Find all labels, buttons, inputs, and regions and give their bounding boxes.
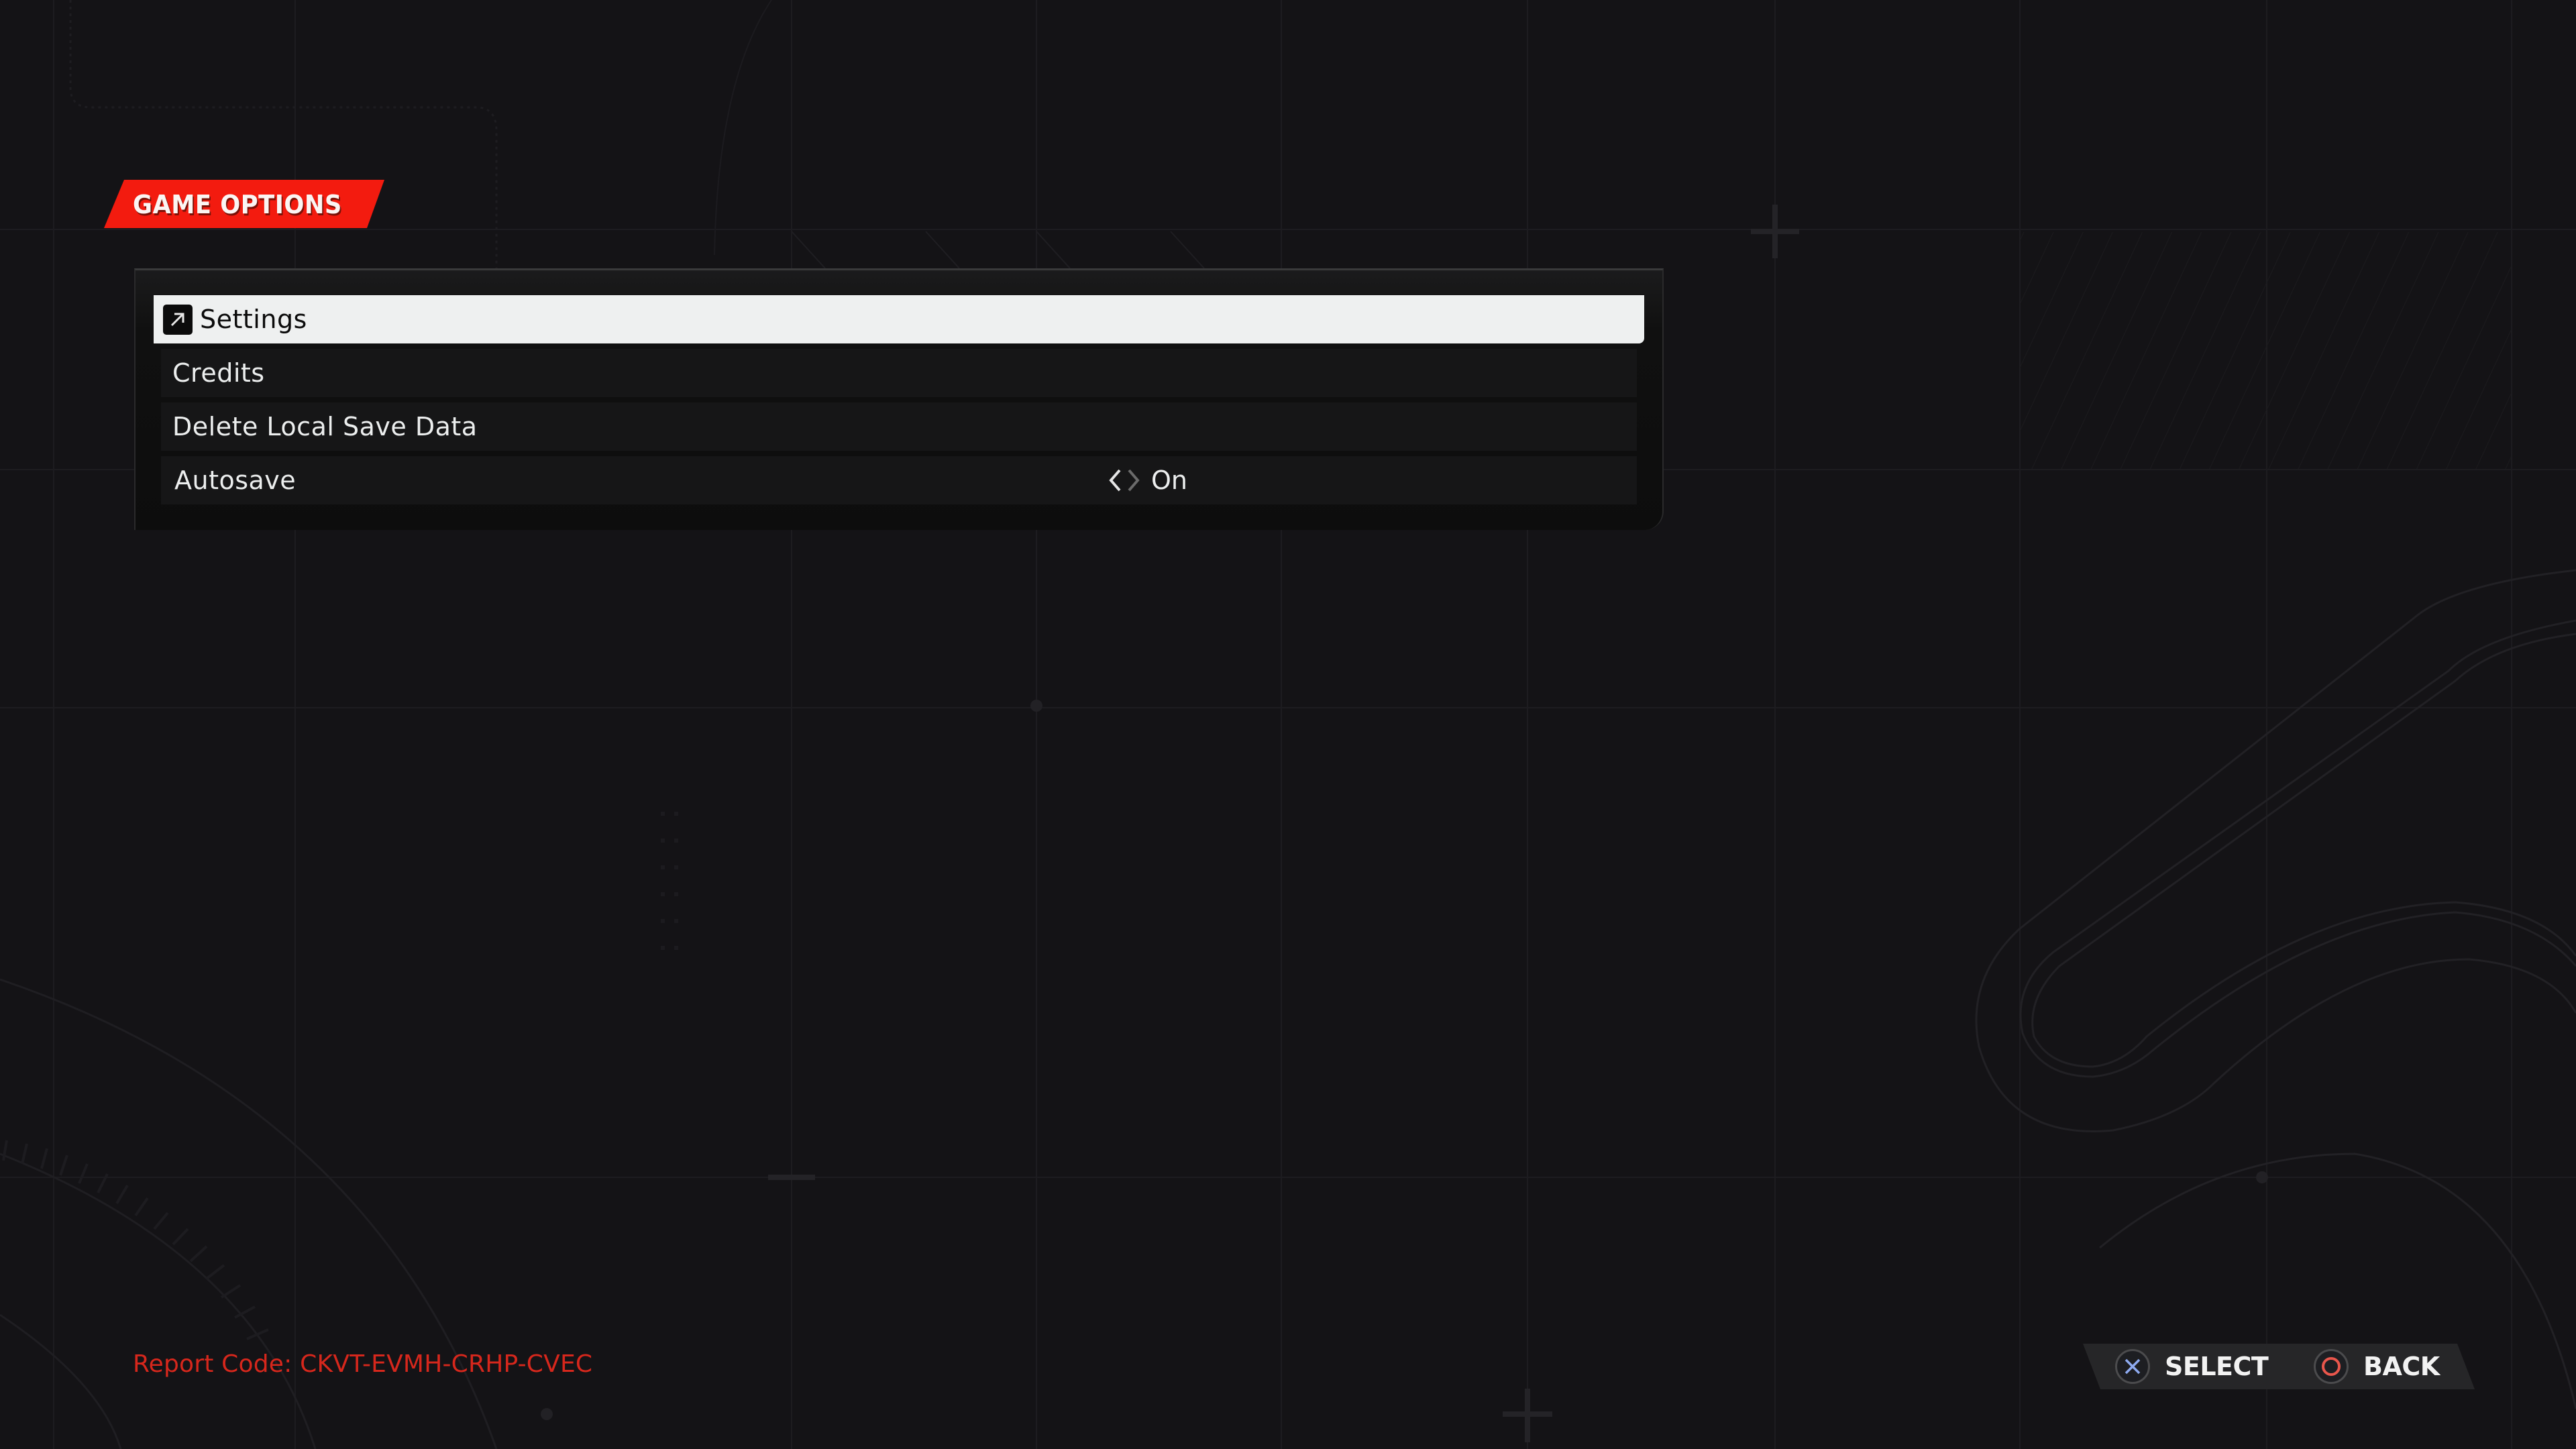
background-decoration: [0, 0, 2576, 1449]
back-button[interactable]: BACK: [2314, 1344, 2440, 1389]
autosave-value: On: [1151, 466, 1187, 495]
menu-item-label: Delete Local Save Data: [172, 412, 478, 441]
chevron-left-icon[interactable]: [1106, 467, 1124, 494]
select-label: SELECT: [2165, 1352, 2269, 1381]
menu-item-autosave[interactable]: Autosave On: [161, 456, 1637, 504]
report-code: Report Code: CKVT-EVMH-CRHP-CVEC: [133, 1350, 593, 1378]
menu-item-label: Autosave: [174, 466, 297, 495]
back-label: BACK: [2363, 1352, 2440, 1381]
menu-item-label: Credits: [172, 358, 265, 388]
autosave-toggle[interactable]: On: [1106, 456, 1187, 504]
external-link-icon: [163, 304, 193, 335]
menu-item-credits[interactable]: Credits: [161, 349, 1637, 397]
page-title: GAME OPTIONS: [133, 190, 342, 219]
chevron-right-icon[interactable]: [1124, 467, 1143, 494]
menu-item-label: Settings: [200, 305, 307, 334]
cross-button-icon: [2115, 1349, 2150, 1384]
menu-item-settings[interactable]: Settings: [154, 295, 1644, 343]
select-button[interactable]: SELECT: [2115, 1344, 2269, 1389]
menu-item-delete-local-save-data[interactable]: Delete Local Save Data: [161, 402, 1637, 451]
circle-button-icon: [2314, 1349, 2349, 1384]
